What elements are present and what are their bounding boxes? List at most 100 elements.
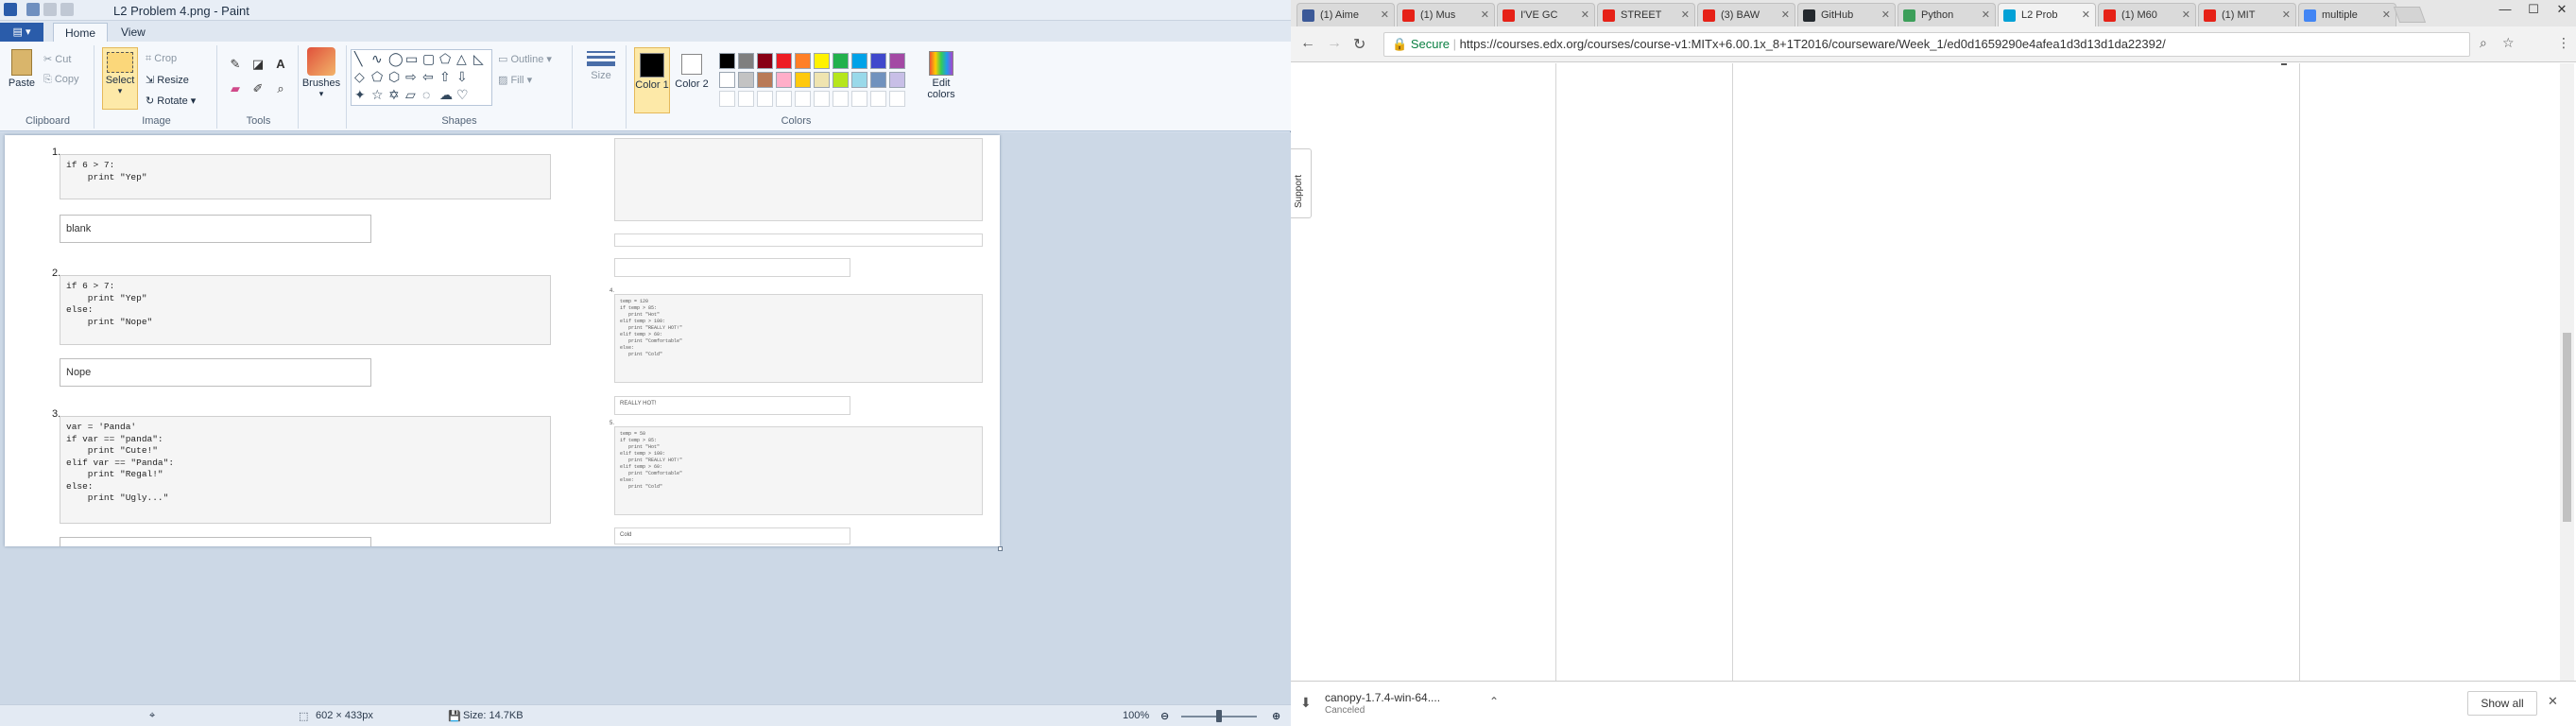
outline-button[interactable]: ▭ Outline ▾ bbox=[498, 53, 552, 65]
browser-tab[interactable]: Python ✕ bbox=[1898, 3, 1996, 26]
four-point-star-icon[interactable]: ✦ bbox=[354, 88, 366, 101]
file-menu-button[interactable]: ▤ ▾ bbox=[0, 23, 43, 42]
tab-close-icon[interactable]: ✕ bbox=[1681, 9, 1690, 21]
pencil-icon[interactable]: ✎ bbox=[225, 55, 246, 74]
edit-colors-button[interactable]: Edit colors bbox=[921, 47, 961, 100]
color-picker-icon[interactable]: ✐ bbox=[248, 79, 268, 98]
left-arrow-shape-icon[interactable]: ⇦ bbox=[422, 70, 434, 83]
tab-close-icon[interactable]: ✕ bbox=[1781, 9, 1790, 21]
paste-button[interactable]: Paste bbox=[6, 47, 38, 89]
color-swatch[interactable] bbox=[757, 72, 773, 88]
heart-shape-icon[interactable]: ♡ bbox=[456, 88, 469, 101]
down-arrow-shape-icon[interactable]: ⇩ bbox=[456, 70, 468, 83]
support-tab[interactable]: Support bbox=[1291, 148, 1312, 218]
browser-tab[interactable]: (1) MIT ✕ bbox=[2198, 3, 2296, 26]
browser-tab[interactable]: I'VE GC ✕ bbox=[1497, 3, 1595, 26]
color2-button[interactable]: Color 2 bbox=[674, 47, 710, 113]
text-tool-icon[interactable]: A bbox=[270, 55, 291, 74]
fill-button[interactable]: ▨ Fill ▾ bbox=[498, 74, 532, 86]
custom-color-swatch[interactable] bbox=[814, 91, 830, 107]
color-swatch[interactable] bbox=[757, 53, 773, 69]
triangle-shape-icon[interactable]: △ bbox=[456, 52, 467, 65]
tab-close-icon[interactable]: ✕ bbox=[2282, 9, 2291, 21]
zoom-out-button[interactable]: ⊖ bbox=[1160, 710, 1169, 722]
browser-tab[interactable]: GitHub ✕ bbox=[1797, 3, 1896, 26]
hexagon-shape-icon[interactable]: ⬡ bbox=[388, 70, 400, 83]
close-window-button[interactable]: ✕ bbox=[2548, 0, 2576, 19]
new-tab-button[interactable] bbox=[2393, 7, 2427, 23]
pentagon-shape-icon[interactable]: ⬠ bbox=[371, 70, 383, 83]
eraser-icon[interactable]: ▰ bbox=[225, 79, 246, 98]
tab-close-icon[interactable]: ✕ bbox=[2382, 9, 2391, 21]
rounded-callout-icon[interactable]: ▱ bbox=[405, 88, 416, 101]
copy-button[interactable]: ⎘ Copy bbox=[43, 74, 79, 86]
color-swatch[interactable] bbox=[719, 53, 735, 69]
oval-shape-icon[interactable]: ◯ bbox=[388, 52, 404, 65]
custom-color-swatch[interactable] bbox=[757, 91, 773, 107]
browser-tab[interactable]: multiple ✕ bbox=[2298, 3, 2396, 26]
browser-tab[interactable]: (1) Mus ✕ bbox=[1397, 3, 1495, 26]
color-swatch[interactable] bbox=[870, 72, 886, 88]
tab-home[interactable]: Home bbox=[53, 23, 109, 42]
custom-color-swatch[interactable] bbox=[795, 91, 811, 107]
tab-close-icon[interactable]: ✕ bbox=[1581, 9, 1589, 21]
page-scrollbar[interactable] bbox=[2560, 63, 2574, 681]
paint-app-icon[interactable] bbox=[4, 3, 17, 16]
custom-color-swatch[interactable] bbox=[719, 91, 735, 107]
custom-color-swatch[interactable] bbox=[738, 91, 754, 107]
show-all-button[interactable]: Show all bbox=[2467, 691, 2537, 716]
polygon-shape-icon[interactable]: ⬠ bbox=[439, 52, 451, 65]
zoom-in-button[interactable]: ⊕ bbox=[1272, 710, 1280, 722]
color-swatch[interactable] bbox=[795, 72, 811, 88]
magnifier-icon[interactable]: ⌕ bbox=[270, 79, 291, 98]
browser-tab[interactable]: L2 Prob ✕ bbox=[1998, 3, 2096, 26]
size-button[interactable]: Size bbox=[584, 47, 618, 81]
browser-tab[interactable]: (3) BAW ✕ bbox=[1697, 3, 1795, 26]
reload-icon[interactable]: ↻ bbox=[1353, 35, 1365, 54]
color-swatch[interactable] bbox=[870, 53, 886, 69]
up-arrow-shape-icon[interactable]: ⇧ bbox=[439, 70, 451, 83]
color-swatch[interactable] bbox=[776, 53, 792, 69]
tab-close-icon[interactable]: ✕ bbox=[2182, 9, 2190, 21]
color1-button[interactable]: Color 1 bbox=[634, 47, 670, 113]
address-bar[interactable]: 🔒 Secure | https://courses.edx.org/cours… bbox=[1383, 32, 2470, 57]
color-swatch[interactable] bbox=[851, 53, 867, 69]
resize-button[interactable]: ⇲ Resize bbox=[146, 74, 189, 86]
color-swatch[interactable] bbox=[738, 72, 754, 88]
line-shape-icon[interactable]: ╲ bbox=[354, 52, 362, 65]
close-download-shelf-icon[interactable]: ✕ bbox=[2548, 694, 2558, 709]
custom-color-swatch[interactable] bbox=[851, 91, 867, 107]
color-swatch[interactable] bbox=[833, 72, 849, 88]
browser-tab[interactable]: STREET ✕ bbox=[1597, 3, 1695, 26]
crop-button[interactable]: ⌗ Crop bbox=[146, 53, 177, 65]
maximize-button[interactable]: ☐ bbox=[2519, 0, 2548, 19]
right-triangle-shape-icon[interactable]: ◺ bbox=[473, 52, 484, 65]
six-point-star-icon[interactable]: ✡ bbox=[388, 88, 400, 101]
browser-tab[interactable]: (1) Aime ✕ bbox=[1297, 3, 1395, 26]
custom-color-swatch[interactable] bbox=[776, 91, 792, 107]
tab-close-icon[interactable]: ✕ bbox=[2082, 9, 2090, 21]
tab-close-icon[interactable]: ✕ bbox=[1481, 9, 1489, 21]
custom-color-swatch[interactable] bbox=[889, 91, 905, 107]
save-icon[interactable] bbox=[26, 3, 40, 16]
custom-color-swatch[interactable] bbox=[833, 91, 849, 107]
color-swatch[interactable] bbox=[795, 53, 811, 69]
color-swatch[interactable] bbox=[776, 72, 792, 88]
rounded-rect-shape-icon[interactable]: ▢ bbox=[422, 52, 435, 65]
drawing-canvas[interactable]: 1. if 6 > 7: print "Yep" blank 2. if 6 >… bbox=[5, 135, 1000, 546]
diamond-shape-icon[interactable]: ◇ bbox=[354, 70, 365, 83]
tab-view[interactable]: View bbox=[110, 23, 157, 42]
brushes-button[interactable]: Brushes ▾ bbox=[301, 47, 342, 99]
select-button[interactable]: Select ▾ bbox=[102, 47, 138, 110]
oval-callout-icon[interactable]: ◌ bbox=[422, 88, 430, 101]
color-swatch[interactable] bbox=[889, 53, 905, 69]
cloud-callout-icon[interactable]: ☁ bbox=[439, 88, 453, 101]
minimize-button[interactable]: — bbox=[2491, 0, 2519, 19]
tab-close-icon[interactable]: ✕ bbox=[1381, 9, 1389, 21]
zoom-slider-thumb[interactable] bbox=[1216, 710, 1222, 722]
rotate-button[interactable]: ↻ Rotate ▾ bbox=[146, 95, 196, 107]
five-point-star-icon[interactable]: ☆ bbox=[371, 88, 384, 101]
color-swatch[interactable] bbox=[719, 72, 735, 88]
bookmark-star-icon[interactable]: ☆ bbox=[2502, 35, 2515, 51]
right-arrow-shape-icon[interactable]: ⇨ bbox=[405, 70, 417, 83]
